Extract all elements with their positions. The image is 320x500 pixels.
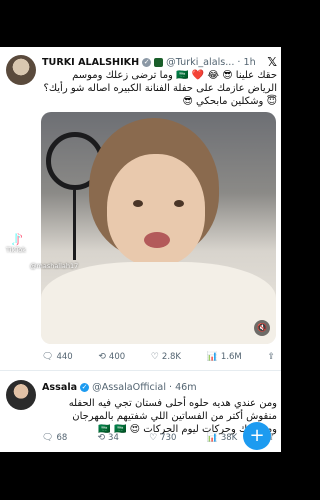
reply-count: 440 bbox=[56, 352, 73, 362]
author-name[interactable]: TURKI ALALSHIKH bbox=[42, 57, 139, 68]
retweet-icon: ⟲ bbox=[98, 352, 106, 362]
tweet-actions: 🗨 440 ⟲ 400 ♡ 2.8K 📊 1.6M ⇪ bbox=[42, 352, 275, 362]
views-count: 38K bbox=[220, 433, 238, 443]
tweet-time: · 46m bbox=[168, 381, 197, 393]
like-icon: ♡ bbox=[149, 433, 158, 443]
tiktok-label: TikTok bbox=[6, 246, 26, 254]
retweet-count: 34 bbox=[108, 433, 119, 443]
like-icon: ♡ bbox=[150, 352, 159, 362]
child-face bbox=[107, 154, 205, 266]
like-button[interactable]: ♡ 2.8K bbox=[151, 352, 181, 362]
share-icon: ⇪ bbox=[267, 352, 275, 362]
sweater bbox=[41, 262, 276, 344]
like-count: 2.8K bbox=[161, 352, 181, 362]
verified-badge-icon: ✓ bbox=[142, 57, 152, 67]
eye bbox=[133, 200, 143, 207]
tiktok-username: @mashallah17 bbox=[30, 262, 79, 270]
tweet-time: · 1h bbox=[237, 56, 256, 68]
author-handle[interactable]: @Turki_alals... bbox=[166, 57, 234, 68]
share-button[interactable]: ⇪ bbox=[267, 352, 275, 362]
tweet-header: Assala ✓ @AssalaOfficial · 46m bbox=[42, 380, 277, 394]
divider bbox=[0, 370, 281, 371]
screen: TURKI ALALSHIKH ✓ @Turki_alals... · 1h 𝕏… bbox=[0, 47, 281, 452]
verified-badge-icon: ✓ bbox=[80, 382, 90, 392]
compose-button[interactable]: + bbox=[243, 422, 271, 450]
reply-button[interactable]: 🗨 440 bbox=[42, 352, 73, 362]
reply-count: 68 bbox=[56, 433, 68, 443]
x-logo-icon: 𝕏 bbox=[267, 55, 277, 69]
mouth bbox=[144, 232, 170, 248]
ring-light-stand bbox=[73, 190, 76, 260]
eye bbox=[174, 200, 184, 207]
views-icon: 📊 bbox=[206, 352, 218, 362]
avatar[interactable] bbox=[6, 55, 36, 85]
views-count: 1.6M bbox=[220, 352, 242, 362]
avatar[interactable] bbox=[6, 380, 36, 410]
author-handle[interactable]: @AssalaOfficial bbox=[92, 382, 166, 393]
retweet-button[interactable]: ⟲ 34 bbox=[97, 433, 118, 443]
views-button[interactable]: 📊 38K bbox=[207, 433, 238, 443]
like-button[interactable]: ♡ 730 bbox=[149, 433, 176, 443]
tiktok-watermark: ♪ TikTok bbox=[6, 230, 36, 260]
tweet-text: ومن عندي هديه حلوه أحلى فستان تجي فيه ال… bbox=[68, 398, 277, 435]
tweet-header: TURKI ALALSHIKH ✓ @Turki_alals... · 1h 𝕏 bbox=[42, 55, 277, 69]
tweet-text: حقك علينا 😎 😂 ❤️ 🇸🇦 وما ترضى زعلك وموسم … bbox=[43, 70, 277, 107]
views-button[interactable]: 📊 1.6M bbox=[207, 352, 242, 362]
mute-icon[interactable]: 🔇 bbox=[254, 320, 270, 336]
retweet-count: 400 bbox=[108, 352, 126, 362]
like-count: 730 bbox=[160, 433, 177, 443]
views-icon: 📊 bbox=[206, 433, 218, 443]
tweet-actions: 🗨 68 ⟲ 34 ♡ 730 📊 38K ⇪ bbox=[42, 433, 275, 443]
reply-button[interactable]: 🗨 68 bbox=[42, 433, 67, 443]
reply-icon: 🗨 bbox=[42, 433, 54, 443]
author-name[interactable]: Assala bbox=[42, 382, 77, 393]
tweet-video[interactable]: 🔇 bbox=[41, 112, 276, 344]
affiliation-badge-icon bbox=[154, 57, 164, 67]
retweet-icon: ⟲ bbox=[97, 433, 106, 443]
reply-icon: 🗨 bbox=[42, 352, 54, 362]
retweet-button[interactable]: ⟲ 400 bbox=[98, 352, 125, 362]
